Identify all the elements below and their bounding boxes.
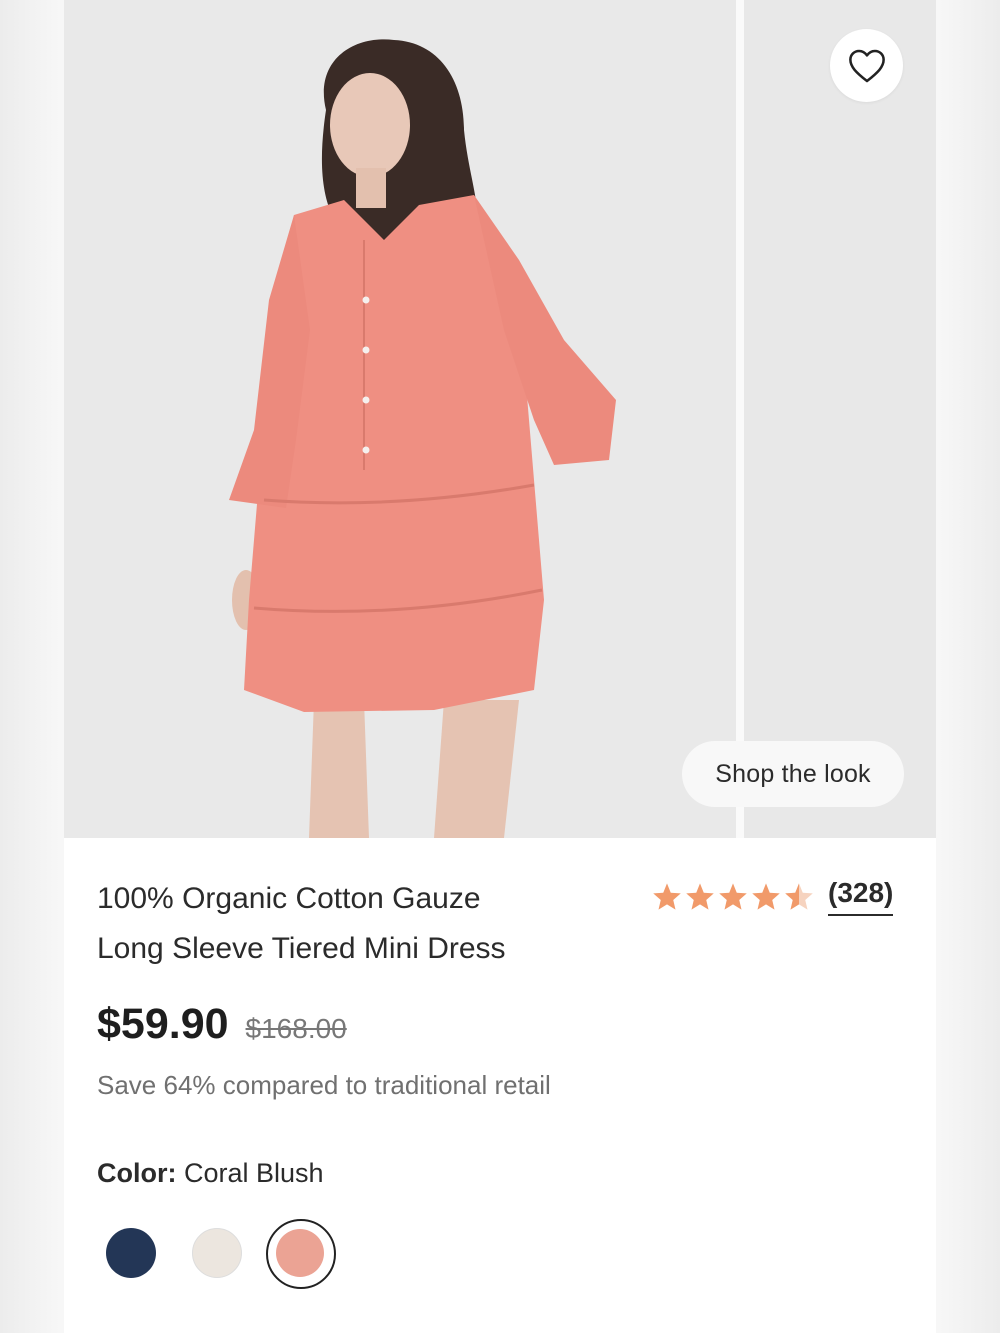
color-swatch-cream[interactable] — [192, 1228, 242, 1278]
savings-text: Save 64% compared to traditional retail — [97, 1070, 551, 1100]
star-icon — [752, 882, 780, 910]
color-selection-label: Color: Coral Blush — [97, 1158, 324, 1189]
heart-icon — [848, 49, 885, 82]
product-image-main[interactable] — [64, 0, 736, 838]
product-rating[interactable]: (328) — [652, 876, 894, 916]
color-swatch-navy[interactable] — [106, 1228, 156, 1278]
star-icon — [653, 882, 681, 910]
star-icon — [719, 882, 747, 910]
product-image-gallery[interactable] — [64, 0, 936, 838]
product-image-next[interactable] — [744, 0, 936, 838]
color-value: Coral Blush — [184, 1158, 324, 1188]
shop-the-look-button[interactable]: Shop the look — [682, 741, 904, 807]
product-info-panel: 100% Organic Cotton Gauze Long Sleeve Ti… — [64, 838, 936, 1333]
sale-price: $59.90 — [97, 1000, 229, 1048]
image-divider — [736, 0, 744, 838]
color-label: Color: — [97, 1158, 177, 1188]
star-icon — [686, 882, 714, 910]
original-price: $168.00 — [245, 1013, 347, 1044]
rating-stars — [652, 882, 814, 911]
model-photo — [64, 0, 736, 838]
shop-the-look-label: Shop the look — [715, 759, 871, 788]
product-title-line2: Long Sleeve Tiered Mini Dress — [97, 932, 506, 965]
product-title-line1: 100% Organic Cotton Gauze — [97, 882, 481, 915]
price-row: $59.90 $168.00 — [97, 1000, 347, 1049]
half-star-icon — [785, 882, 813, 910]
product-title: 100% Organic Cotton Gauze Long Sleeve Ti… — [97, 874, 617, 974]
wishlist-button[interactable] — [830, 29, 903, 102]
color-swatch-coral[interactable] — [276, 1229, 324, 1277]
review-count-link[interactable]: (328) — [828, 876, 894, 916]
